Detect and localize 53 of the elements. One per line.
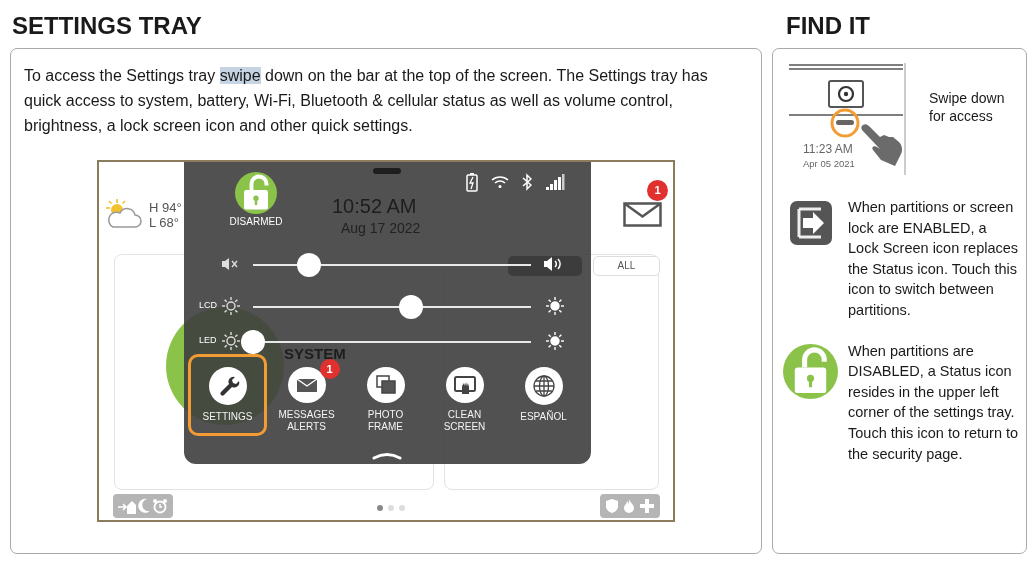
brightness-high-icon[interactable] [545, 296, 565, 316]
signal-icon [545, 173, 565, 191]
slider-thumb[interactable] [296, 253, 321, 277]
section-title: FIND IT [786, 11, 871, 41]
alarm-clock-icon [152, 498, 169, 514]
notification-badge: 1 [319, 359, 340, 379]
moon-icon [137, 498, 151, 514]
wifi-icon [491, 175, 509, 189]
intro-paragraph: To access the Settings tray swipe down on the bar at the top of the screen. The Settings tray has quick access to system, battery, Wi-Fi, Bluetooth & cellular status as well as volume control, brightness, a lock screen icon and other quick settings. [24, 66, 709, 136]
slider-thumb[interactable] [241, 330, 265, 354]
slider-label: LCD [199, 299, 217, 311]
high-temperature: H 94° [149, 200, 182, 215]
page-dot[interactable] [377, 505, 383, 511]
page-dot[interactable] [399, 505, 405, 511]
plus-icon [638, 498, 655, 514]
page-title: SETTINGS TRAY [12, 11, 203, 41]
brightness-low-icon[interactable] [221, 331, 241, 351]
note-text: When partitions are DISABLED, a Status icon resides in the upper left corner of the settings tray. Touch this icon to return to the security page. [848, 341, 1020, 464]
tray-tile[interactable]: PHOTO FRAME [346, 354, 425, 436]
filter-tab[interactable]: ALL [593, 256, 660, 276]
tray-tile[interactable]: CLEAN SCREEN [425, 354, 504, 436]
flame-icon [622, 498, 636, 514]
note-text: When partitions or screen lock are ENABLED, a Lock Screen icon replaces the Status icon. Touch this icon to switch between partitions. [848, 198, 1020, 320]
brightness-low-icon[interactable] [221, 296, 241, 316]
tile-label: PHOTO FRAME [366, 409, 405, 433]
slider-label: LED [199, 334, 217, 346]
globe-icon [530, 373, 557, 399]
tile-label: CLEAN SCREEN [442, 409, 487, 433]
mute-icon[interactable] [221, 257, 239, 271]
low-temperature: L 68° [149, 215, 180, 230]
clock-date: Apr 05 2021 [803, 158, 855, 170]
brightness-high-icon[interactable] [545, 331, 565, 351]
tile-label: MESSAGES ALERTS [277, 409, 336, 433]
bluetooth-icon [522, 173, 532, 191]
drag-handle[interactable] [373, 168, 401, 174]
tile-label: ESPAÑOL [519, 411, 568, 423]
chevron-up-icon[interactable] [372, 450, 402, 460]
swipe-hint: Swipe down for access [929, 89, 1006, 126]
mail-icon[interactable] [623, 202, 662, 227]
unlocked-icon [783, 343, 838, 399]
battery-charging-icon [466, 172, 478, 192]
tray-tile[interactable]: SETTINGS [188, 354, 267, 436]
tile-label: SETTINGS [201, 411, 254, 423]
slider-thumb[interactable] [399, 295, 424, 319]
page-dot[interactable] [388, 505, 394, 511]
status-label: DISARMED [228, 215, 284, 229]
exit-home-icon [117, 498, 136, 514]
tray-tile[interactable]: ESPAÑOL [504, 354, 583, 436]
notification-badge: 1 [647, 180, 668, 201]
clock-time: 11:23 AM [803, 142, 853, 157]
unlocked-status-icon[interactable] [235, 172, 277, 214]
shield-icon [605, 498, 620, 514]
weather-icon [103, 198, 145, 230]
